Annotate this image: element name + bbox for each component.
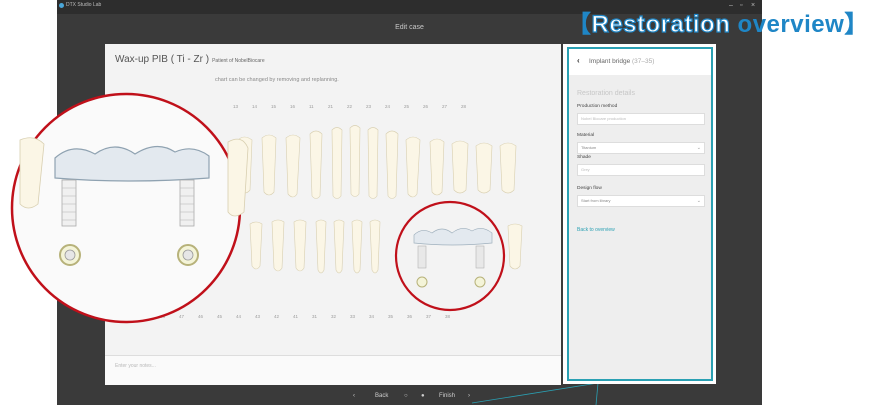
notes-placeholder: Enter your notes... [115, 363, 156, 369]
callout-line-vertical [595, 382, 599, 405]
material-value: Titanium [581, 145, 597, 150]
back-to-overview-link[interactable]: Back to overview [577, 227, 615, 233]
chevron-down-icon: ⌄ [696, 145, 701, 151]
magnified-bridge-view [10, 92, 249, 324]
restoration-panel: ‹ Implant bridge (37–35) Restoration det… [563, 44, 716, 384]
callout-line [471, 382, 599, 404]
annotation-word-outlined: Restoration [591, 10, 731, 38]
bracket-open: 【 [567, 11, 592, 38]
chevron-down-icon: ⌄ [696, 198, 701, 204]
tooth-range: (37–35) [632, 58, 655, 65]
upper-teeth[interactable] [237, 125, 517, 199]
annotation-word: overview [737, 11, 845, 38]
design-flow-select[interactable]: Start from library ⌄ [577, 195, 705, 207]
material-label: Material [577, 133, 595, 138]
teeth-illustration [10, 92, 599, 405]
design-flow-label: Design flow [577, 186, 602, 191]
production-method-field[interactable]: Nobel Biocare production [577, 113, 705, 125]
bracket-close: 】 [844, 11, 869, 38]
section-title: Restoration details [577, 90, 635, 97]
annotation-title: 【Restoration overview】 [567, 4, 869, 39]
shade-field[interactable]: Grey [577, 164, 705, 176]
implant-bridge-small[interactable] [413, 228, 493, 288]
design-flow-value: Start from library [581, 198, 611, 203]
restoration-type: Implant bridge [589, 58, 631, 65]
back-arrow-icon[interactable]: ‹ [577, 56, 580, 65]
material-select[interactable]: Titanium ⌄ [577, 142, 705, 154]
panel-header: ‹ Implant bridge (37–35) [569, 49, 711, 75]
panel-header-title: Implant bridge (37–35) [589, 58, 654, 65]
notes-field[interactable]: Enter your notes... [105, 355, 561, 385]
restoration-panel-frame: ‹ Implant bridge (37–35) Restoration det… [567, 47, 713, 381]
highlight-circle-small [394, 200, 506, 312]
production-method-label: Production method [577, 104, 618, 109]
shade-label: Shade [577, 155, 591, 160]
